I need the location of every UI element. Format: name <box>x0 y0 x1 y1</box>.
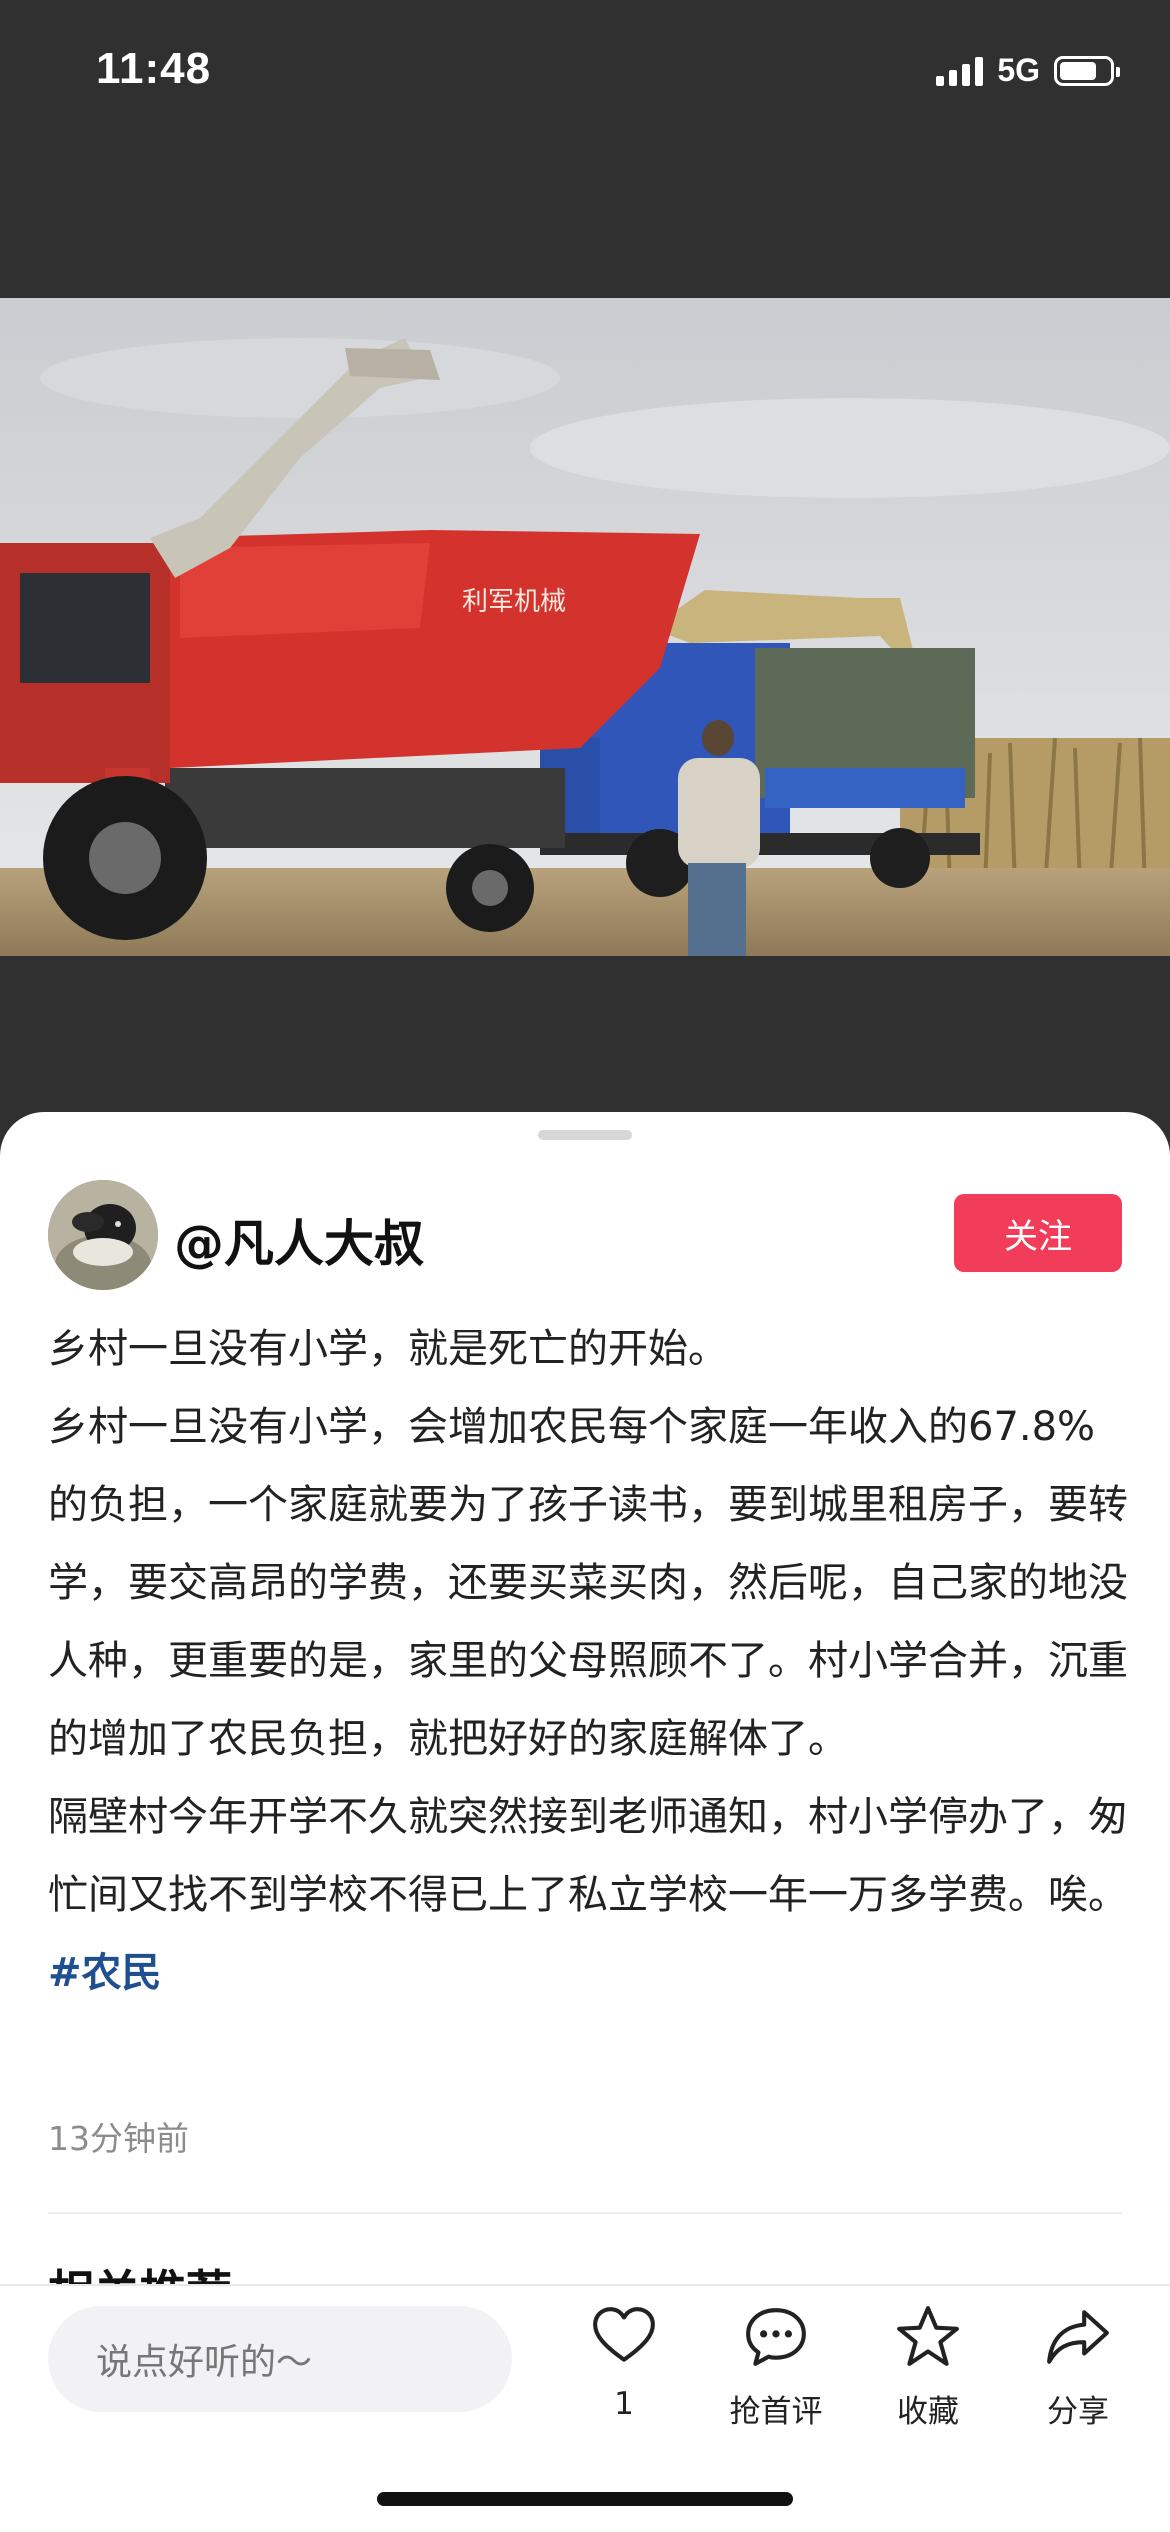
network-type: 5G <box>997 52 1040 88</box>
share-button[interactable]: 分享 <box>1013 2304 1143 2431</box>
comment-button[interactable]: 抢首评 <box>711 2304 841 2431</box>
post-timestamp: 13分钟前 <box>48 2119 189 2158</box>
author-name[interactable]: @凡人大叔 <box>174 1204 424 1276</box>
signal-icon <box>936 56 984 86</box>
share-label: 分享 <box>1047 2394 1109 2430</box>
favorite-label: 收藏 <box>897 2394 959 2430</box>
status-bar: 11:48 5G <box>0 0 1170 150</box>
divider <box>48 2212 1122 2214</box>
home-indicator[interactable] <box>377 2492 793 2506</box>
post-paragraph: 乡村一旦没有小学，就是死亡的开始。 <box>48 1326 728 1372</box>
sheet-drag-handle[interactable] <box>538 1130 632 1140</box>
machine-brand-text: 利军机械 <box>462 587 566 617</box>
status-indicators: 5G <box>936 52 1120 89</box>
post-paragraph: 隔壁村今年开学不久就突然接到老师通知，村小学停办了，匆忙间又找不到学校不得已上了… <box>48 1778 1128 2012</box>
status-time: 11:48 <box>96 44 212 93</box>
comment-label: 抢首评 <box>729 2394 823 2430</box>
like-count: 1 <box>614 2386 634 2422</box>
comment-bubble-icon <box>746 2308 806 2366</box>
battery-level <box>1060 61 1096 80</box>
post-paragraph-text: 隔壁村今年开学不久就突然接到老师通知，村小学停办了，匆忙间又找不到学校不得已上了… <box>48 1794 1128 1918</box>
heart-icon <box>593 2307 655 2362</box>
battery-icon <box>1054 55 1120 86</box>
author-avatar[interactable] <box>48 1180 158 1290</box>
follow-button[interactable]: 关注 <box>954 1194 1122 1272</box>
hashtag-link[interactable]: #农民 <box>48 1950 162 1996</box>
sheep-avatar-image <box>48 1180 158 1290</box>
comment-input[interactable]: 说点好听的～ <box>48 2306 512 2412</box>
favorite-button[interactable]: 收藏 <box>863 2304 993 2431</box>
post-photo[interactable]: 利军机械 <box>0 298 1170 956</box>
harvest-scene-image: 利军机械 <box>0 298 1170 956</box>
post-body: 乡村一旦没有小学，就是死亡的开始。 乡村一旦没有小学，会增加农民每个家庭一年收入… <box>48 1310 1128 2012</box>
star-icon <box>897 2306 959 2366</box>
post-paragraph: 乡村一旦没有小学，会增加农民每个家庭一年收入的67.8%的负担，一个家庭就要为了… <box>48 1404 1128 1762</box>
share-arrow-icon <box>1047 2310 1109 2364</box>
like-button[interactable]: 1 <box>559 2304 689 2422</box>
